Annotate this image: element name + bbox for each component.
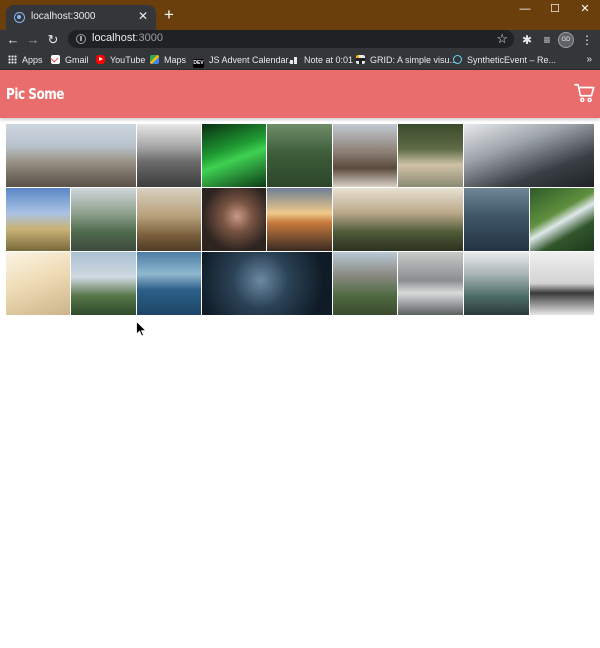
browser-toolbar: ← → ↻ localhost:3000 ☆ ✱ ≡ GD ⋮	[0, 30, 600, 50]
photo-gallery	[6, 124, 594, 315]
bookmarks-overflow-button[interactable]: »	[586, 53, 592, 67]
photo-green-aurora[interactable]	[202, 124, 266, 187]
globe-icon	[14, 12, 25, 23]
apps-grid-icon	[8, 55, 17, 64]
photo-dreamcatcher[interactable]	[6, 252, 70, 315]
photo-sneakers-field[interactable]	[6, 188, 70, 251]
bookmark-label: GRID: A simple visu...	[370, 55, 458, 65]
bookmark-youtube[interactable]: YouTube	[96, 53, 145, 67]
photo-bear-on-rocks[interactable]	[6, 124, 136, 187]
bookmark-maps[interactable]: Maps	[150, 53, 186, 67]
maps-icon	[150, 55, 159, 64]
photo-skyscraper[interactable]	[464, 124, 594, 187]
brand-logo[interactable]: Pic Some	[6, 85, 64, 103]
close-window-button[interactable]: ✕	[570, 0, 600, 20]
bookmark-label: JS Advent Calendar...	[209, 55, 296, 65]
url-text[interactable]: localhost:3000	[92, 32, 163, 44]
note-icon	[290, 55, 299, 64]
bookmark-js-advent[interactable]: DEV JS Advent Calendar...	[193, 53, 296, 68]
mouse-cursor-icon	[136, 321, 147, 337]
photo-woman-portrait[interactable]	[202, 188, 266, 251]
menu-icon[interactable]: ⋮	[578, 31, 596, 49]
photo-ocean-waves[interactable]	[137, 252, 201, 315]
bookmark-apps[interactable]: Apps	[8, 53, 43, 67]
bookmark-note[interactable]: Note at 0:01	[290, 53, 353, 67]
forward-button[interactable]: →	[24, 31, 42, 49]
photo-waterfall-cliff[interactable]	[530, 188, 594, 251]
new-tab-button[interactable]: +	[162, 6, 176, 23]
url-port: :3000	[135, 32, 163, 44]
bookmark-synthetic-event[interactable]: SyntheticEvent – Re...	[453, 53, 556, 67]
minimize-button[interactable]: —	[510, 0, 540, 20]
photo-foggy-trees[interactable]	[137, 124, 201, 187]
back-button[interactable]: ←	[4, 31, 22, 49]
gmail-icon	[51, 55, 60, 64]
grid-icon	[356, 55, 365, 64]
tab-title: localhost:3000	[31, 11, 96, 22]
bookmark-star-icon[interactable]: ☆	[496, 30, 508, 48]
dev-icon: DEV	[193, 59, 204, 68]
address-bar[interactable]: localhost:3000 ☆	[68, 30, 514, 48]
photo-pug-blanket[interactable]	[398, 124, 463, 187]
photo-valley-forest[interactable]	[333, 188, 463, 251]
bookmark-gmail[interactable]: Gmail	[51, 53, 89, 67]
extensions-icon[interactable]: ✱	[518, 31, 536, 49]
photo-dry-grass-sunset[interactable]	[137, 188, 201, 251]
photo-sunrise-road[interactable]	[267, 188, 332, 251]
app-header: Pic Some	[0, 70, 600, 118]
browser-tab[interactable]: localhost:3000 ✕	[6, 5, 156, 30]
bookmark-grid[interactable]: GRID: A simple visu...	[356, 53, 457, 67]
bookmark-label: Note at 0:01	[304, 55, 354, 65]
photo-sea-stack[interactable]	[530, 252, 594, 315]
tab-close-icon[interactable]: ✕	[136, 9, 150, 23]
bookmark-label: SyntheticEvent – Re...	[467, 55, 557, 65]
bookmark-label: Maps	[164, 55, 187, 65]
shopping-cart-icon[interactable]	[574, 82, 596, 104]
photo-pine-forest[interactable]	[267, 124, 332, 187]
profile-avatar[interactable]: GD	[558, 32, 574, 48]
photo-star-trails[interactable]	[202, 252, 332, 315]
bookmark-label: Apps	[22, 55, 43, 65]
photo-yosemite-valley[interactable]	[333, 252, 397, 315]
maximize-button[interactable]: ☐	[540, 0, 570, 20]
bookmark-label: Gmail	[65, 55, 89, 65]
media-control-icon[interactable]: ≡	[538, 31, 556, 49]
react-icon	[453, 55, 462, 64]
photo-ocean-boat[interactable]	[464, 188, 529, 251]
browser-titlebar: localhost:3000 ✕ + — ☐ ✕	[0, 0, 600, 30]
photo-eagle-flying[interactable]	[333, 124, 397, 187]
url-host: localhost	[92, 32, 136, 44]
photo-misty-mountains[interactable]	[464, 252, 529, 315]
bookmark-label: YouTube	[110, 55, 146, 65]
info-icon[interactable]	[76, 34, 86, 44]
photo-rocky-river[interactable]	[398, 252, 463, 315]
reload-button[interactable]: ↻	[44, 31, 62, 49]
photo-city-aerial[interactable]	[71, 188, 136, 251]
youtube-icon	[96, 55, 105, 64]
bookmarks-bar: Apps Gmail YouTube Maps DEV JS Advent Cal…	[0, 50, 600, 70]
photo-castle-hill[interactable]	[71, 252, 136, 315]
